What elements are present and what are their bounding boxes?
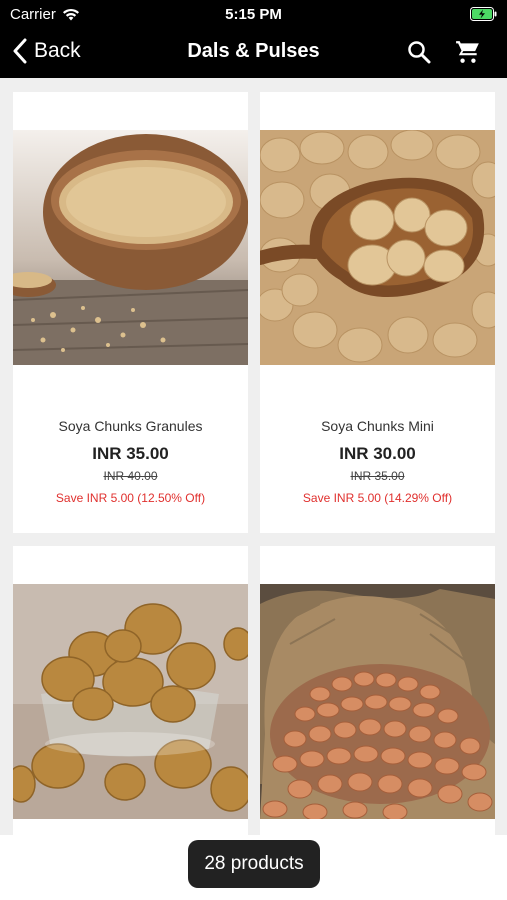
product-original-price: INR 40.00 — [103, 469, 158, 483]
product-card[interactable] — [260, 546, 495, 846]
cart-icon[interactable] — [455, 39, 481, 65]
product-grid: Soya Chunks Granules INR 35.00 INR 40.00… — [0, 78, 507, 900]
product-price: INR 35.00 — [92, 444, 169, 463]
product-name: Soya Chunks Mini — [321, 418, 434, 434]
navigation-bar: Back Dals & Pulses — [0, 28, 507, 78]
product-card[interactable]: Soya Chunks Mini INR 30.00 INR 35.00 Sav… — [260, 92, 495, 533]
product-price: INR 30.00 — [339, 444, 416, 463]
product-original-price: INR 35.00 — [350, 469, 405, 483]
product-discount: Save INR 5.00 (14.29% Off) — [302, 491, 453, 505]
battery-charging-icon — [470, 7, 497, 21]
product-name: Soya Chunks Granules — [58, 418, 203, 434]
product-image-soya-chunks[interactable] — [13, 584, 248, 819]
product-count-toast: 28 products — [188, 840, 320, 888]
search-icon[interactable] — [407, 40, 431, 64]
product-card[interactable]: Soya Chunks Granules INR 35.00 INR 40.00… — [13, 92, 248, 533]
product-discount: Save INR 5.00 (12.50% Off) — [55, 491, 206, 505]
status-bar: Carrier 5:15 PM — [0, 0, 507, 28]
product-image-soya-mini[interactable] — [260, 130, 495, 365]
product-card[interactable] — [13, 546, 248, 846]
product-image-soya-granules[interactable] — [13, 130, 248, 365]
clock: 5:15 PM — [225, 6, 282, 23]
product-image-groundnuts[interactable] — [260, 584, 495, 819]
